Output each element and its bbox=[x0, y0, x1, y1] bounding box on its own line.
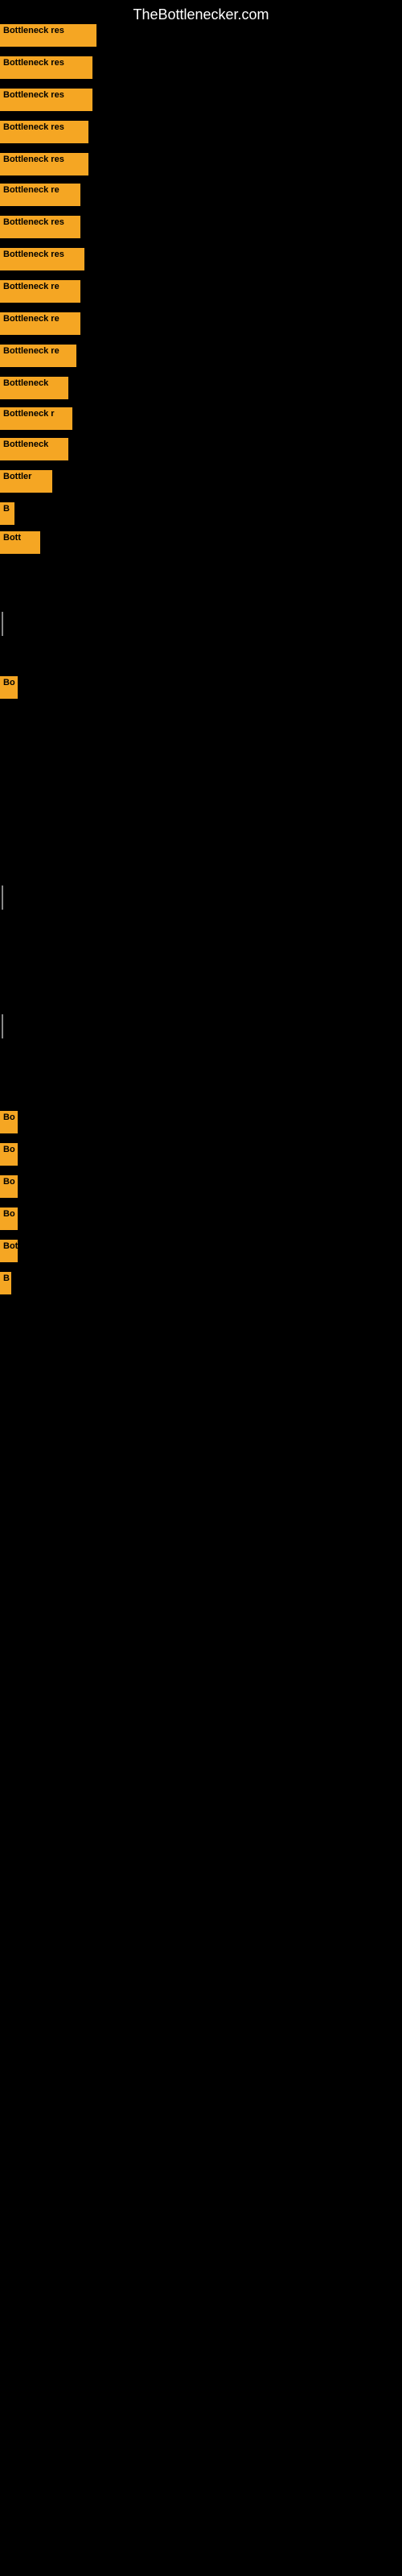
bottleneck-item-11: Bottleneck bbox=[0, 377, 68, 399]
bottleneck-item-14: Bottler bbox=[0, 470, 52, 493]
bottleneck-item-9: Bottleneck re bbox=[0, 312, 80, 335]
bottleneck-item-18: Bo bbox=[0, 676, 18, 699]
bottleneck-item-2: Bottleneck res bbox=[0, 89, 92, 111]
bottleneck-item-13: Bottleneck bbox=[0, 438, 68, 460]
bottleneck-item-4: Bottleneck res bbox=[0, 153, 88, 175]
bottleneck-item-26: B bbox=[0, 1272, 11, 1294]
bottleneck-item-22: Bo bbox=[0, 1143, 18, 1166]
bottleneck-item-0: Bottleneck res bbox=[0, 24, 96, 47]
bottleneck-item-10: Bottleneck re bbox=[0, 345, 76, 367]
bottleneck-item-16: Bott bbox=[0, 531, 40, 554]
bottleneck-item-25: Bott bbox=[0, 1240, 18, 1262]
vertical-indicator-19 bbox=[2, 886, 3, 910]
vertical-indicator-20 bbox=[2, 1014, 3, 1038]
bottleneck-item-7: Bottleneck res bbox=[0, 248, 84, 270]
bottleneck-item-3: Bottleneck res bbox=[0, 121, 88, 143]
bottleneck-item-5: Bottleneck re bbox=[0, 184, 80, 206]
bottleneck-item-12: Bottleneck r bbox=[0, 407, 72, 430]
bottleneck-item-8: Bottleneck re bbox=[0, 280, 80, 303]
bottleneck-item-6: Bottleneck res bbox=[0, 216, 80, 238]
bottleneck-item-24: Bo bbox=[0, 1208, 18, 1230]
bottleneck-item-15: B bbox=[0, 502, 14, 525]
vertical-indicator-17 bbox=[2, 612, 3, 636]
bottleneck-item-23: Bo bbox=[0, 1175, 18, 1198]
bottleneck-item-1: Bottleneck res bbox=[0, 56, 92, 79]
bottleneck-item-21: Bo bbox=[0, 1111, 18, 1133]
